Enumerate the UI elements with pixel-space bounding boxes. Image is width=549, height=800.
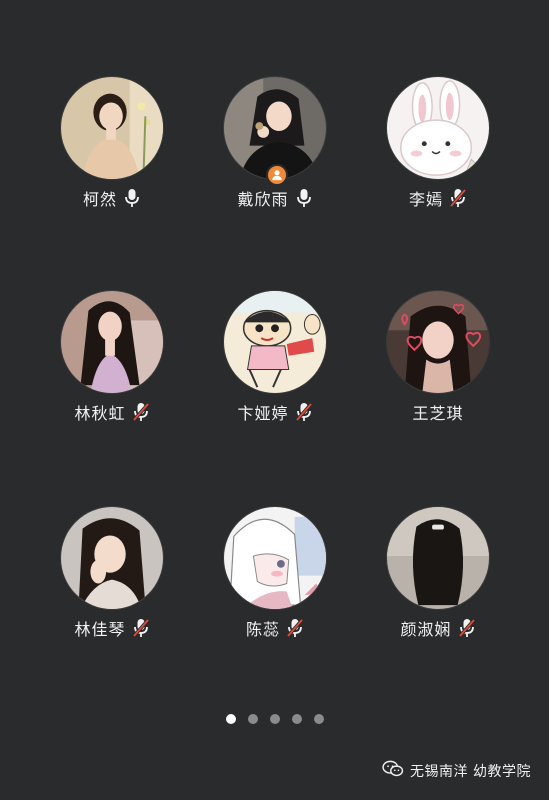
participant-tile[interactable]: 李嫣: [356, 76, 520, 216]
microphone-muted-icon: [132, 402, 150, 422]
wechat-icon: [382, 760, 404, 782]
host-badge-icon: [266, 164, 288, 186]
microphone-on-icon: [123, 188, 141, 208]
participant-name: 卞娅婷: [237, 404, 289, 423]
page-dot-4[interactable]: [291, 714, 302, 724]
participant-tile[interactable]: 卞娅婷: [193, 290, 357, 430]
microphone-muted-icon: [286, 618, 304, 638]
cartoon-bunny-icon: [386, 76, 490, 180]
participant-tile[interactable]: 陈蕊: [193, 506, 357, 646]
participant-name: 戴欣雨: [237, 190, 289, 209]
microphone-muted-icon: [458, 618, 476, 638]
page-dot-2[interactable]: [247, 714, 258, 724]
page-dot-3[interactable]: [269, 714, 280, 724]
photo-back-view-girl-icon: [386, 506, 490, 610]
watermark-text: 无锡南洋 幼教学院: [410, 764, 531, 780]
anime-girl-icon: [223, 506, 327, 610]
page-dot-1[interactable]: [225, 714, 236, 724]
participant-grid: 柯然 戴欣雨 李嫣 林秋虹 卞娅婷 王芝琪 林佳琴 陈蕊 颜淑娴: [30, 76, 520, 639]
participant-name: 王芝琪: [412, 404, 464, 423]
microphone-muted-icon: [132, 618, 150, 638]
photo-heart-filter-girl-icon: [386, 290, 490, 394]
participant-name: 陈蕊: [245, 620, 280, 639]
microphone-muted-icon: [449, 188, 467, 208]
photo-long-hair-girl-icon: [60, 290, 164, 394]
participant-name: 林佳琴: [74, 620, 126, 639]
participant-tile[interactable]: 戴欣雨: [193, 76, 357, 216]
participant-tile[interactable]: 颜淑娴: [356, 506, 520, 646]
microphone-muted-icon: [295, 402, 313, 422]
participant-name: 林秋虹: [74, 404, 126, 423]
participant-name: 柯然: [82, 190, 117, 209]
crayon-shinchan-icon: [223, 290, 327, 394]
participant-name: 颜淑娴: [400, 620, 452, 639]
page-dot-5[interactable]: [313, 714, 324, 724]
participant-tile[interactable]: 林佳琴: [30, 506, 194, 646]
participant-tile[interactable]: 林秋虹: [30, 290, 194, 430]
photo-warm-girl-icon: [60, 76, 164, 180]
participant-tile[interactable]: 王芝琪: [356, 290, 520, 430]
photo-hand-on-face-girl-icon: [60, 506, 164, 610]
participant-tile[interactable]: 柯然: [30, 76, 194, 216]
watermark: 无锡南洋 幼教学院: [382, 760, 531, 782]
microphone-on-icon: [295, 188, 313, 208]
page-indicator[interactable]: [0, 714, 549, 724]
participant-name: 李嫣: [408, 190, 443, 209]
